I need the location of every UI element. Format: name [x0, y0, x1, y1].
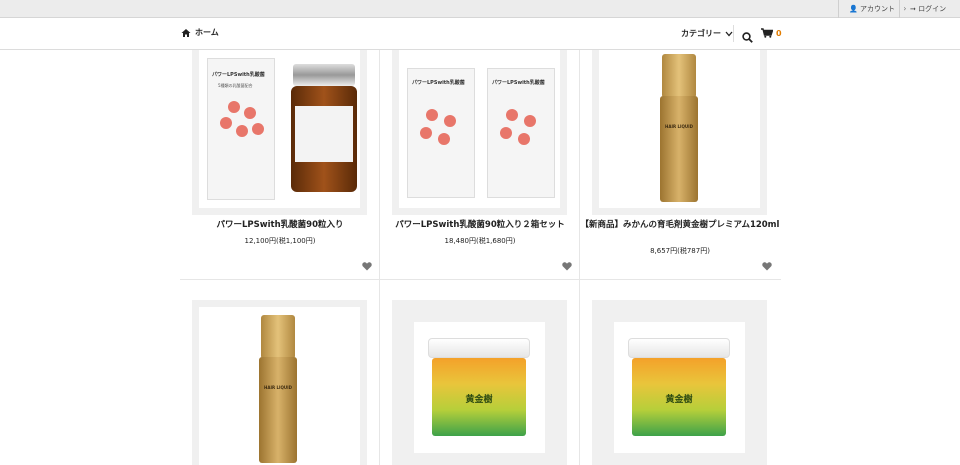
product-image-frame: パワーLPSwith乳酸菌 5種類の乳酸菌配合: [199, 50, 360, 208]
account-label: アカウント: [859, 5, 895, 13]
supplement-box: パワーLPSwith乳酸菌: [407, 68, 475, 198]
bottle-label: [295, 106, 353, 162]
supplement-bottle: [291, 86, 357, 192]
bottle-cap: [261, 315, 295, 359]
hair-jar: 黄金樹: [432, 358, 526, 436]
box-dot: [518, 133, 530, 145]
login-icon: ➞: [910, 5, 916, 13]
product-image[interactable]: パワーLPSwith乳酸菌 パワーLPSwith乳酸菌: [392, 50, 567, 215]
heart-icon[interactable]: [762, 262, 772, 271]
product-price: 12,100円(税1,100円): [244, 237, 316, 245]
product-name[interactable]: パワーLPSwith乳酸菌90粒入り２箱セット: [380, 219, 580, 231]
box-dot: [500, 127, 512, 139]
supplement-box: パワーLPSwith乳酸菌: [487, 68, 555, 198]
box-dot: [236, 125, 248, 137]
box-dot: [244, 107, 256, 119]
jar-label: 黄金樹: [665, 395, 693, 405]
box-dot: [220, 117, 232, 129]
main-nav: ホーム カテゴリー 0: [0, 18, 960, 50]
bottle-label: HAIR LIQUID: [264, 385, 292, 390]
jar-lid: [628, 338, 730, 358]
login-link[interactable]: ➞ ログイン ›: [899, 0, 960, 31]
product-image-frame: HAIR LIQUID: [199, 307, 360, 465]
box-title: パワーLPSwith乳酸菌: [212, 72, 265, 78]
login-label: ログイン: [918, 5, 947, 13]
product-image[interactable]: 黄金樹: [592, 300, 767, 465]
product-price: 8,657円(税787円): [650, 247, 710, 255]
heart-icon[interactable]: [362, 262, 372, 271]
cart-button[interactable]: 0: [761, 28, 782, 38]
cart-count-badge: 0: [776, 28, 782, 38]
product-image-frame: HAIR LIQUID: [599, 50, 760, 208]
product-image-frame: 黄金樹: [614, 322, 745, 453]
product-image[interactable]: 黄金樹: [392, 300, 567, 465]
grid-divider: [379, 50, 380, 465]
search-button[interactable]: [742, 28, 753, 47]
hair-liquid-bottle: HAIR LIQUID: [660, 96, 698, 202]
user-icon: 👤: [849, 5, 858, 13]
product-image[interactable]: HAIR LIQUID: [192, 300, 367, 465]
box-dot: [228, 101, 240, 113]
box-dot: [438, 133, 450, 145]
product-price: 18,480円(税1,680円): [444, 237, 516, 245]
grid-divider: [579, 50, 580, 465]
hair-jar: 黄金樹: [632, 358, 726, 436]
product-image-frame: パワーLPSwith乳酸菌 パワーLPSwith乳酸菌: [399, 50, 560, 208]
home-link[interactable]: ホーム: [181, 27, 219, 38]
box-dot: [252, 123, 264, 135]
hair-liquid-bottle: HAIR LIQUID: [259, 357, 297, 463]
box-dot: [524, 115, 536, 127]
cart-icon: [761, 28, 773, 38]
jar-label: 黄金樹: [465, 395, 493, 405]
category-label: カテゴリー: [681, 29, 721, 38]
jar-lid: [428, 338, 530, 358]
heart-icon[interactable]: [562, 262, 572, 271]
bottle-label: HAIR LIQUID: [665, 124, 693, 129]
product-image[interactable]: HAIR LIQUID: [592, 50, 767, 215]
box-dot: [420, 127, 432, 139]
box-subtitle: 5種類の乳酸菌配合: [218, 83, 253, 88]
chevron-down-icon: [725, 31, 733, 36]
nav-divider: [733, 25, 734, 42]
search-icon: [742, 32, 753, 43]
bottle-cap: [662, 54, 696, 98]
top-utility-bar: 👤 アカウント › ➞ ログイン ›: [0, 0, 960, 31]
product-name[interactable]: 【新商品】みかんの育毛剤黄金樹プレミアム120ml: [580, 219, 780, 231]
category-dropdown[interactable]: カテゴリー: [681, 28, 733, 39]
product-image[interactable]: パワーLPSwith乳酸菌 5種類の乳酸菌配合: [192, 50, 367, 215]
supplement-box: パワーLPSwith乳酸菌 5種類の乳酸菌配合: [207, 58, 275, 200]
box-dot: [426, 109, 438, 121]
product-image-frame: 黄金樹: [414, 322, 545, 453]
box-title: パワーLPSwith乳酸菌: [412, 80, 465, 86]
box-title: パワーLPSwith乳酸菌: [492, 80, 545, 86]
bottle-cap: [293, 64, 355, 86]
product-name[interactable]: パワーLPSwith乳酸菌90粒入り: [180, 219, 380, 231]
home-icon: [181, 28, 191, 37]
grid-divider: [180, 279, 781, 280]
box-dot: [506, 109, 518, 121]
home-label: ホーム: [195, 28, 219, 37]
box-dot: [444, 115, 456, 127]
